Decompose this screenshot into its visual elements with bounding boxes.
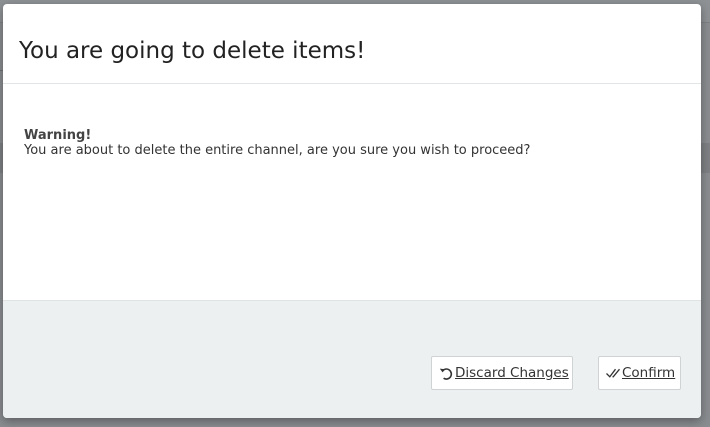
warning-title: Warning! [24,128,92,143]
undo-icon [438,365,454,381]
discard-changes-button[interactable]: Discard Changes [431,356,573,390]
discard-changes-label: Discard Changes [455,365,569,381]
warning-message: You are about to delete the entire chann… [24,143,531,158]
double-check-icon [605,365,621,381]
dialog-header: You are going to delete items! [3,4,701,84]
confirm-button[interactable]: Confirm [598,356,681,390]
dialog-body: Warning! You are about to delete the ent… [3,84,701,300]
confirm-label: Confirm [622,365,676,381]
dialog-footer: Discard Changes Confirm [3,300,701,418]
delete-dialog: You are going to delete items! Warning! … [3,4,701,418]
dialog-title: You are going to delete items! [19,38,366,64]
